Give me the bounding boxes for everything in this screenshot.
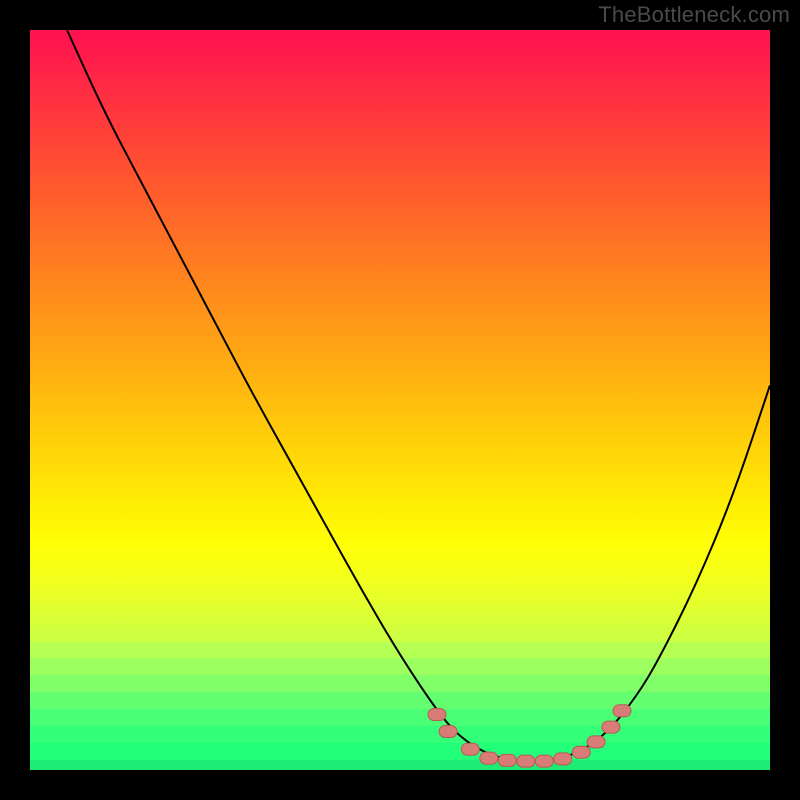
watermark-text: TheBottleneck.com <box>598 2 790 28</box>
band <box>30 675 770 692</box>
band <box>30 658 770 675</box>
band <box>30 692 770 709</box>
band <box>30 743 770 760</box>
band <box>30 760 770 770</box>
band <box>30 642 770 658</box>
band <box>30 726 770 742</box>
plot-area <box>30 30 770 770</box>
background-gradient <box>30 30 770 642</box>
chart-stage: TheBottleneck.com <box>0 0 800 800</box>
band <box>30 709 770 726</box>
